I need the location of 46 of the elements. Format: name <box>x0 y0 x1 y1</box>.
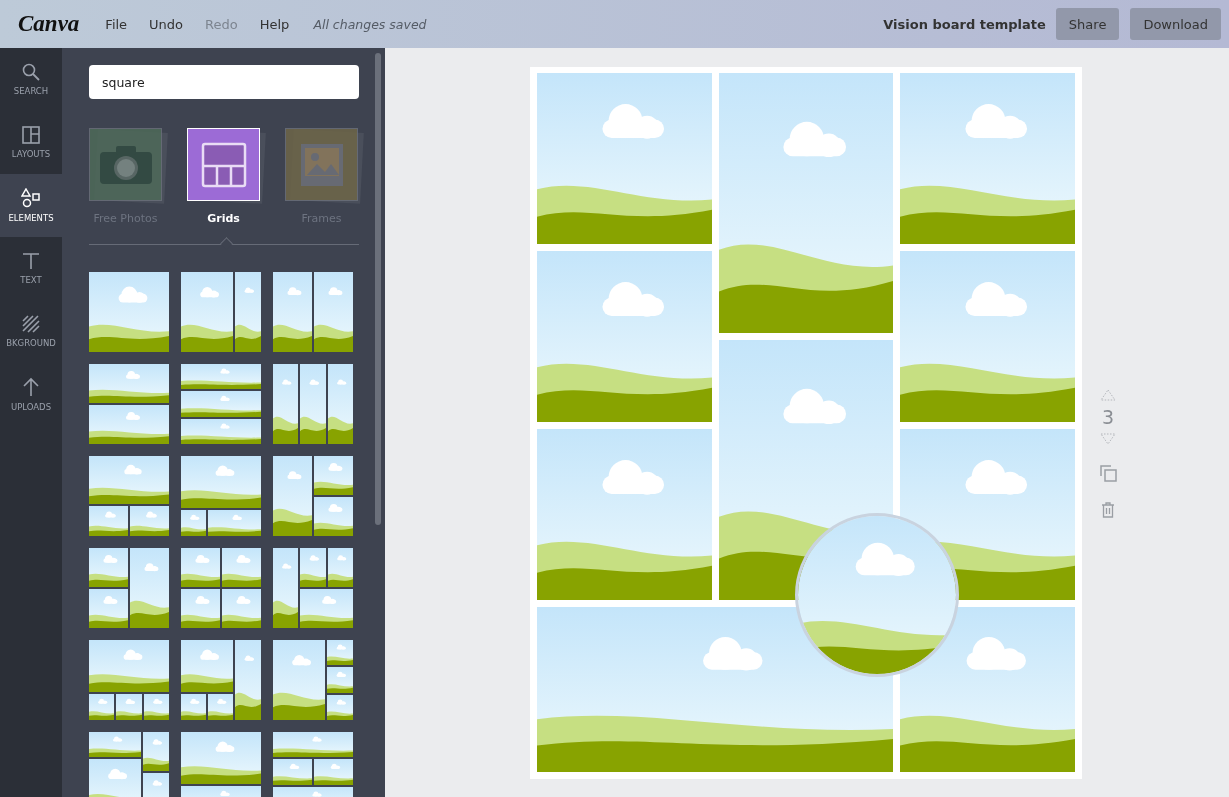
grid-layout-thumbnail[interactable] <box>89 732 169 797</box>
framed-picture-icon <box>298 141 345 188</box>
grid-icon <box>200 141 247 188</box>
text-icon <box>22 252 40 270</box>
menu-item[interactable]: Help <box>259 16 290 32</box>
grid-layout-thumbnail[interactable] <box>273 272 353 352</box>
search-icon <box>22 63 40 81</box>
grid-layout-thumbnail[interactable] <box>181 456 261 536</box>
grid-layout-thumbnail[interactable] <box>89 640 169 720</box>
grid-layout-thumbnail[interactable] <box>89 364 169 444</box>
canva-logo[interactable]: Canva <box>18 11 80 37</box>
menu-item[interactable]: Undo <box>149 16 184 32</box>
share-button[interactable]: Share <box>1055 8 1120 40</box>
document-title[interactable]: Vision board template <box>883 16 1046 32</box>
page-number: 3 <box>1101 407 1115 427</box>
grid-layout-thumbnail[interactable] <box>89 456 169 536</box>
camera-icon <box>97 143 154 186</box>
grid-layout-thumbnail[interactable] <box>273 732 353 797</box>
grid-layout-thumbnail[interactable] <box>181 732 261 797</box>
grid-layout-thumbnail[interactable] <box>181 272 261 352</box>
landscape-illustration[interactable] <box>536 251 712 422</box>
landscape-illustration[interactable] <box>718 73 893 333</box>
scrollbar[interactable] <box>375 53 381 525</box>
grid-layout-thumbnail[interactable] <box>273 548 353 628</box>
hatch-icon <box>22 315 40 333</box>
landscape-illustration[interactable] <box>536 429 712 600</box>
sidebar-tab[interactable]: ELEMENTS <box>0 174 62 237</box>
layout-icon <box>22 126 40 144</box>
grid-layout-thumbnail[interactable] <box>273 640 353 720</box>
upload-arrow-icon <box>22 377 40 397</box>
landscape-illustration[interactable] <box>899 73 1075 244</box>
grid-layout-thumbnail[interactable] <box>181 548 261 628</box>
landscape-illustration[interactable] <box>899 607 1075 772</box>
landscape-illustration[interactable] <box>536 73 712 244</box>
landscape-illustration[interactable] <box>899 251 1075 422</box>
grid-layout-thumbnail[interactable] <box>181 640 261 720</box>
download-button[interactable]: Download <box>1130 8 1221 40</box>
grid-layout-thumbnail[interactable] <box>273 364 353 444</box>
grid-layout-thumbnail[interactable] <box>89 548 169 628</box>
grid-layout-thumbnail[interactable] <box>181 364 261 444</box>
grid-layout-thumbnail[interactable] <box>273 456 353 536</box>
menu-item[interactable]: File <box>105 16 128 32</box>
save-status: All changes saved <box>313 16 428 32</box>
shapes-icon <box>21 188 41 208</box>
grid-layout-thumbnail[interactable] <box>89 272 169 352</box>
search-field[interactable]: square <box>89 65 359 99</box>
